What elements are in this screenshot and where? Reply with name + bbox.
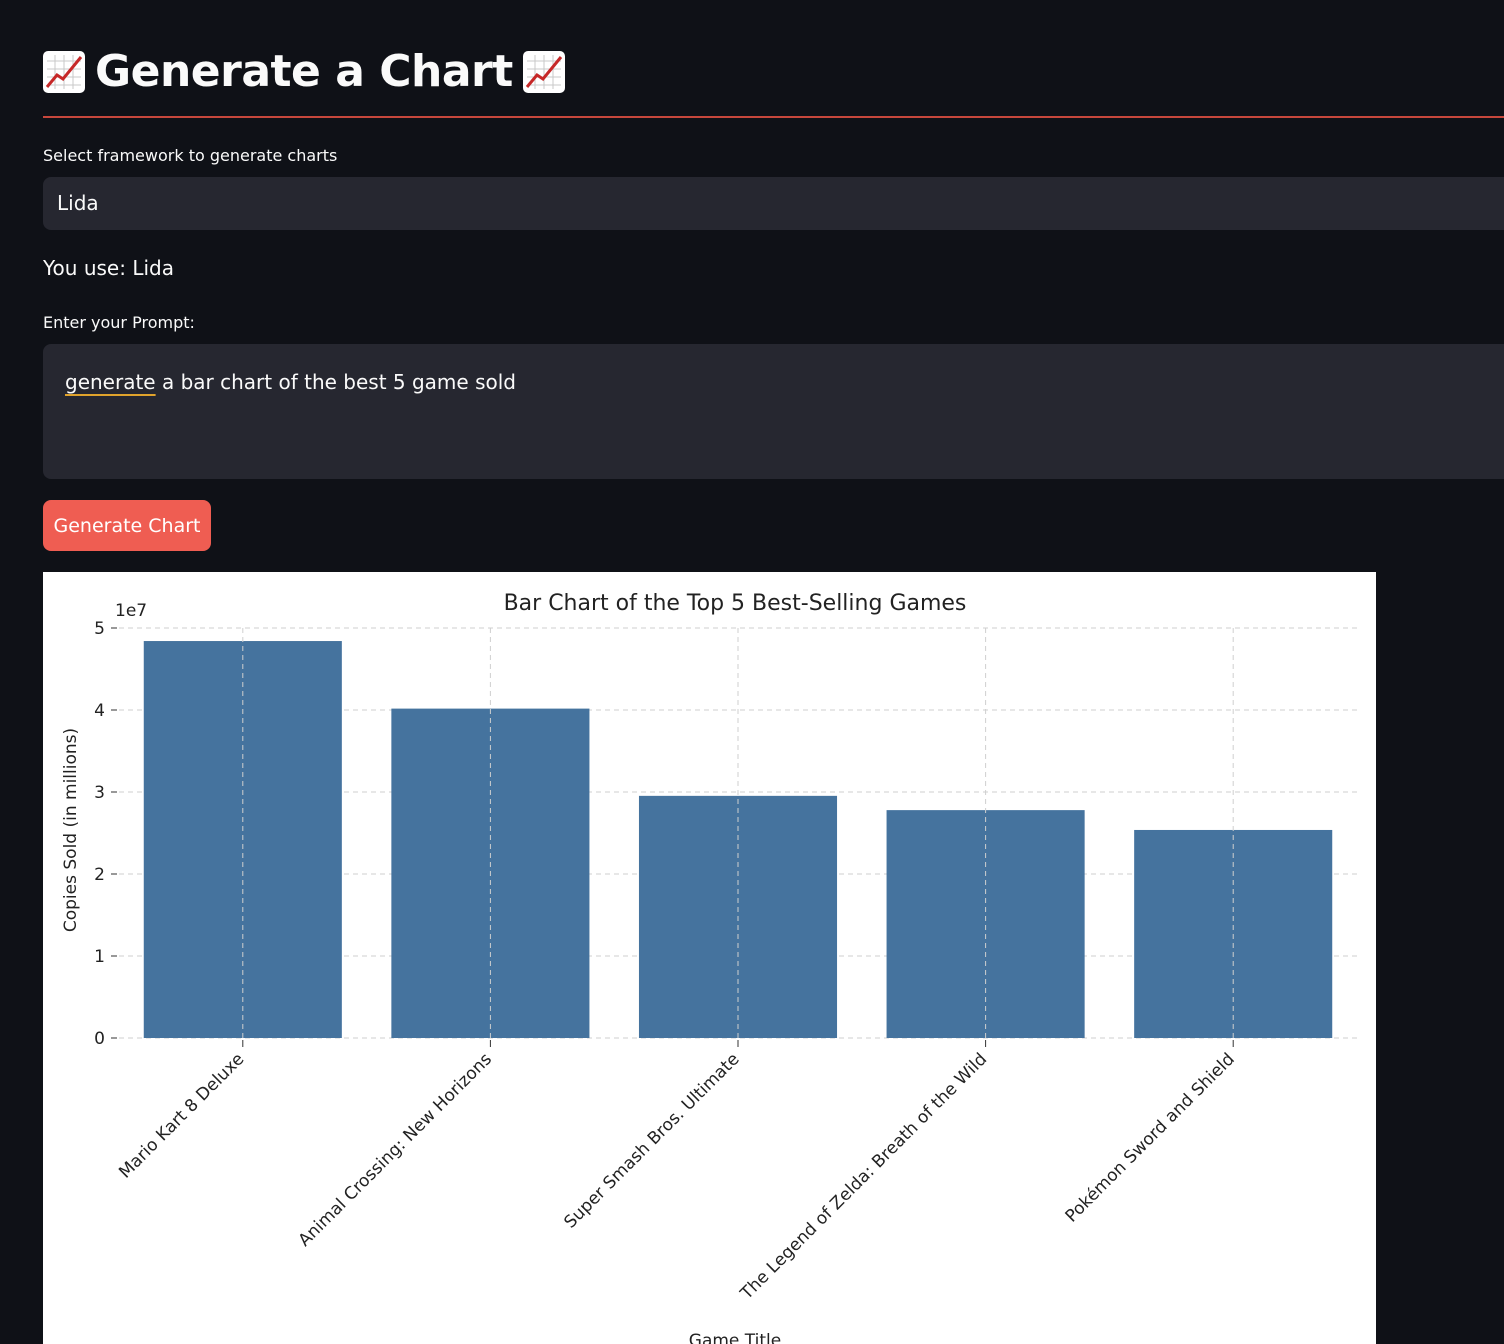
prompt-text: a bar chart of the best 5 game sold [155,370,516,394]
page-title: Generate a Chart [43,46,565,97]
x-tick-label: Pokémon Sword and Shield [1062,1049,1239,1226]
x-tick-label: The Legend of Zelda: Breath of the Wild [736,1049,991,1304]
prompt-misspelled-word: generate [65,370,156,394]
y-offset-label: 1e7 [115,601,147,621]
framework-select[interactable]: Lida [43,177,1504,230]
y-tick-label: 1 [94,947,105,967]
y-tick-label: 2 [94,865,105,885]
prompt-label: Enter your Prompt: [43,313,195,332]
x-axis-label: Game Title [689,1331,781,1344]
x-tick-label: Animal Crossing: New Horizons [295,1049,496,1250]
y-tick-label: 0 [94,1029,105,1049]
title-divider [43,116,1504,118]
framework-label: Select framework to generate charts [43,146,338,165]
y-tick-label: 5 [94,619,105,639]
chart-increasing-icon [522,50,565,93]
framework-status-text: You use: Lida [43,256,174,280]
page-title-text: Generate a Chart [95,46,513,97]
x-tick-label: Mario Kart 8 Deluxe [115,1049,248,1182]
chart-title: Bar Chart of the Top 5 Best-Selling Game… [504,591,967,616]
prompt-textarea[interactable]: generate a bar chart of the best 5 game … [43,344,1504,479]
chart-image: 0 1 2 3 4 5 Mario Kart 8 Deluxe Animal Crossing… [43,572,1376,1344]
framework-selected-value: Lida [57,191,99,215]
chart-increasing-icon [43,50,85,93]
y-axis-label: Copies Sold (in millions) [61,728,81,932]
y-tick-label: 4 [94,701,105,721]
x-tick-label: Super Smash Bros. Ultimate [560,1049,743,1232]
y-tick-label: 3 [94,783,105,803]
generate-chart-button[interactable]: Generate Chart [43,500,211,551]
bar-chart: 0 1 2 3 4 5 Mario Kart 8 Deluxe Animal Crossing… [61,591,1357,1344]
